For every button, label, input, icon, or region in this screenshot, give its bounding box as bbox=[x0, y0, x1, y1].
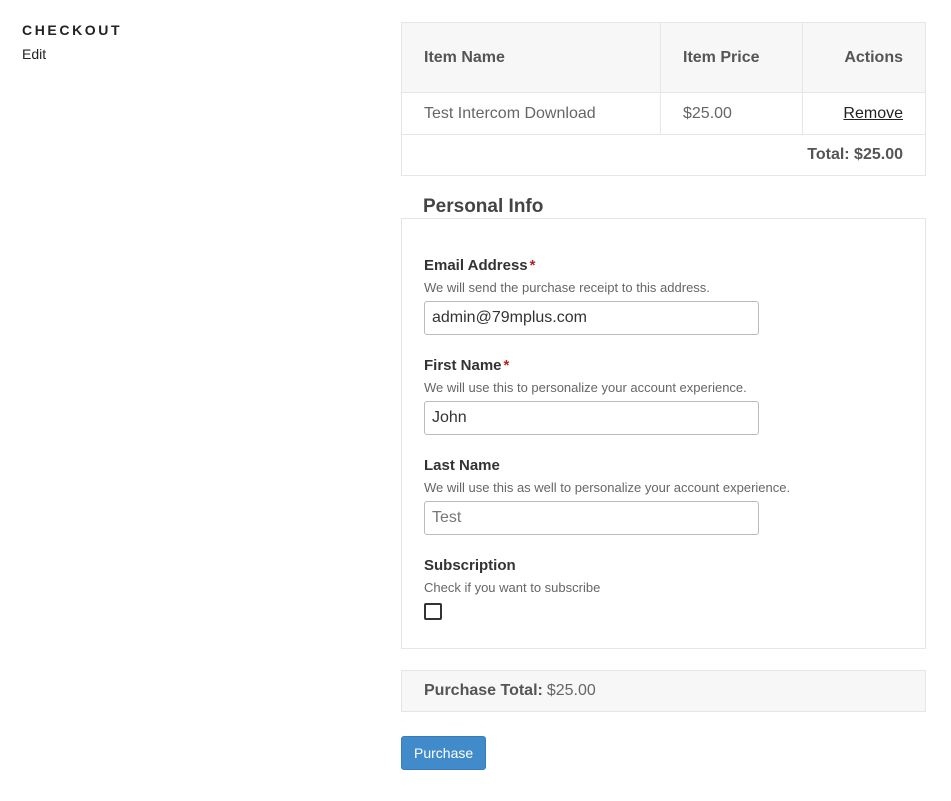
purchase-total-amount: $25.00 bbox=[546, 682, 596, 699]
purchase-total: Purchase Total: $25.00 bbox=[401, 670, 926, 712]
item-price: $25.00 bbox=[660, 92, 803, 135]
first-name-field-group: First Name * We will use this to personal… bbox=[424, 357, 903, 435]
header-item-name: Item Name bbox=[401, 22, 661, 93]
first-name-label: First Name * bbox=[424, 357, 903, 374]
sidebar: CHECKOUT Edit bbox=[22, 22, 122, 62]
purchase-total-label: Purchase Total: bbox=[424, 682, 543, 699]
page-title: CHECKOUT bbox=[22, 22, 123, 38]
purchase-button[interactable]: Purchase bbox=[401, 736, 487, 770]
email-input[interactable] bbox=[424, 301, 759, 335]
last-name-input[interactable] bbox=[424, 501, 759, 535]
item-name: Test Intercom Download bbox=[401, 92, 661, 135]
last-name-field-group: Last Name We will use this as well to pe… bbox=[424, 457, 903, 535]
email-field-group: Email Address * We will send the purchase… bbox=[424, 257, 903, 335]
cart-table: Item Name Item Price Actions Test Interc… bbox=[401, 22, 926, 176]
cart-total: Total: $25.00 bbox=[401, 134, 926, 176]
required-mark: * bbox=[503, 357, 510, 374]
total-row: Total: $25.00 bbox=[401, 134, 926, 176]
table-row: Test Intercom Download $25.00 Remove bbox=[401, 92, 926, 135]
last-name-description: We will use this as well to personalize … bbox=[424, 480, 791, 495]
subscription-checkbox[interactable] bbox=[424, 603, 442, 620]
first-name-input[interactable] bbox=[424, 401, 759, 435]
email-description: We will send the purchase receipt to thi… bbox=[424, 280, 710, 295]
remove-link[interactable]: Remove bbox=[843, 105, 903, 122]
personal-info-fieldset: Email Address * We will send the purchase… bbox=[401, 218, 926, 649]
email-label-text: Email Address bbox=[424, 257, 528, 274]
personal-info-title: Personal Info bbox=[423, 196, 544, 217]
email-label: Email Address * bbox=[424, 257, 903, 274]
cart-header-row: Item Name Item Price Actions bbox=[401, 22, 926, 93]
subscription-field-group: Subscription Check if you want to subscr… bbox=[424, 557, 903, 620]
first-name-label-text: First Name bbox=[424, 357, 502, 374]
required-mark: * bbox=[529, 257, 536, 274]
header-item-price: Item Price bbox=[660, 22, 803, 93]
subscription-description: Check if you want to subscribe bbox=[424, 580, 601, 595]
header-actions: Actions bbox=[802, 22, 926, 93]
first-name-description: We will use this to personalize your acc… bbox=[424, 380, 747, 395]
edit-link[interactable]: Edit bbox=[22, 46, 122, 62]
checkout-main: Item Name Item Price Actions Test Interc… bbox=[401, 22, 926, 770]
last-name-label: Last Name bbox=[424, 457, 500, 474]
subscription-label: Subscription bbox=[424, 557, 516, 574]
actions-cell: Remove bbox=[802, 92, 926, 135]
